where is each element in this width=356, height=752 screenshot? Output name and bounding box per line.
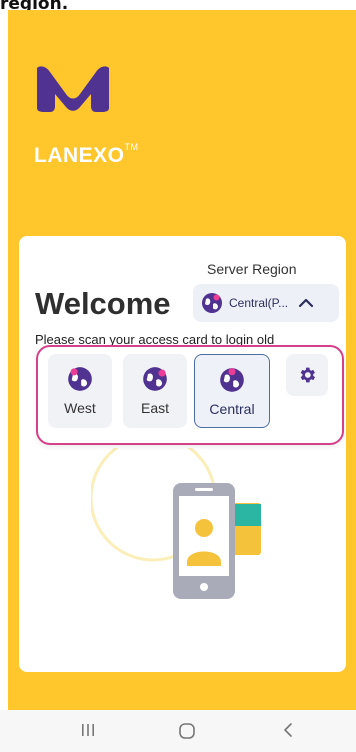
server-region-label: Server Region xyxy=(207,261,297,277)
region-option-east[interactable]: East xyxy=(123,354,187,428)
brand-logo-icon xyxy=(37,66,109,112)
scan-card-illustration xyxy=(91,448,261,599)
region-dropdown[interactable]: Central(P... xyxy=(193,284,339,322)
region-option-label: Central xyxy=(209,401,255,417)
chevron-up-icon xyxy=(299,298,314,308)
globe-icon xyxy=(220,368,244,392)
login-card: Server Region Central(P... Welcome Pleas… xyxy=(19,236,346,672)
selected-region-text: Central(P... xyxy=(229,296,289,310)
region-option-label: West xyxy=(64,400,96,416)
settings-button[interactable] xyxy=(286,354,328,396)
home-icon[interactable] xyxy=(178,722,196,740)
system-navigation-bar xyxy=(0,710,356,752)
recent-apps-icon[interactable] xyxy=(80,722,96,738)
welcome-title: Welcome xyxy=(35,286,171,321)
globe-icon xyxy=(202,293,222,313)
globe-icon xyxy=(143,367,167,391)
globe-icon xyxy=(68,367,92,391)
gear-icon xyxy=(300,367,315,383)
region-option-label: East xyxy=(140,400,169,416)
back-icon[interactable] xyxy=(280,722,296,738)
region-option-west[interactable]: West xyxy=(48,354,112,428)
region-option-central[interactable]: Central xyxy=(194,354,270,428)
brand-name: LANEXOTM xyxy=(34,142,139,167)
region-picker-popup: West East Central xyxy=(36,345,344,445)
